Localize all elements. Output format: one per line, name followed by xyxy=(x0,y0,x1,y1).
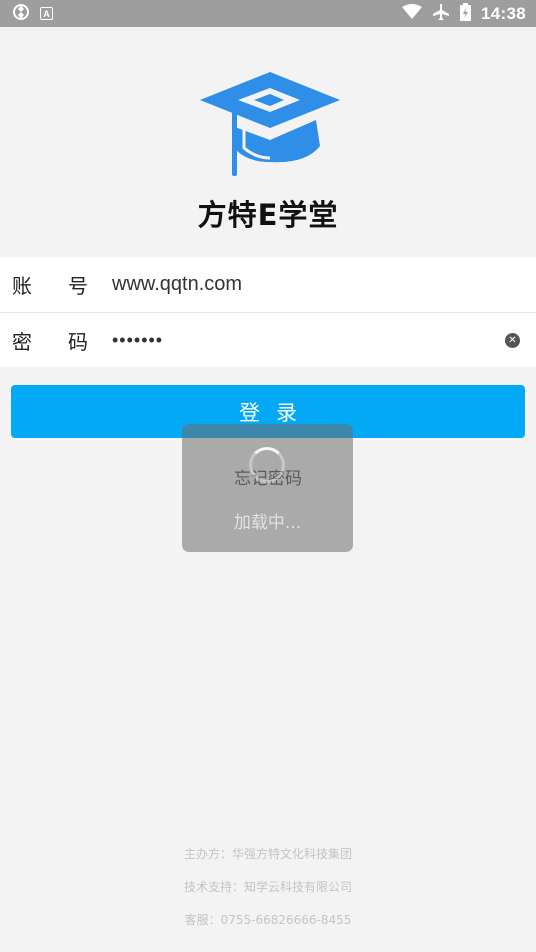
account-input[interactable]: www.qqtn.com xyxy=(100,273,242,296)
password-label: 密 码 xyxy=(12,329,88,354)
login-form: 账 号 www.qqtn.com 密 码 ••••••• ✕ xyxy=(0,257,536,367)
clear-password-icon[interactable]: ✕ xyxy=(505,333,520,348)
account-row[interactable]: 账 号 www.qqtn.com xyxy=(0,257,536,312)
footer-service: 客服：0755-66826666-8455 xyxy=(184,913,352,927)
footer-organizer: 主办方：华强方特文化科技集团 xyxy=(183,847,352,861)
loading-text: 加载中... xyxy=(233,513,302,533)
sync-icon xyxy=(12,3,30,25)
battery-icon xyxy=(460,2,472,25)
app-title: 方特E学堂 xyxy=(197,198,339,232)
password-input[interactable]: ••••••• xyxy=(100,330,163,351)
a-badge-icon: A xyxy=(40,7,53,20)
password-row[interactable]: 密 码 ••••••• ✕ xyxy=(0,312,536,367)
status-bar: A 14:38 xyxy=(0,0,536,27)
app-logo-icon xyxy=(196,70,344,182)
footer-tech-support: 技术支持：知学云科技有限公司 xyxy=(183,880,352,894)
account-label: 账 号 xyxy=(12,274,88,298)
clock: 14:38 xyxy=(481,3,526,23)
footer: 主办方：华强方特文化科技集团 技术支持：知学云科技有限公司 客服：0755-66… xyxy=(0,846,536,945)
loading-dialog: 加载中... xyxy=(182,424,353,552)
spinner-icon xyxy=(249,447,285,483)
wifi-icon xyxy=(402,3,423,24)
airplane-icon xyxy=(432,3,450,25)
